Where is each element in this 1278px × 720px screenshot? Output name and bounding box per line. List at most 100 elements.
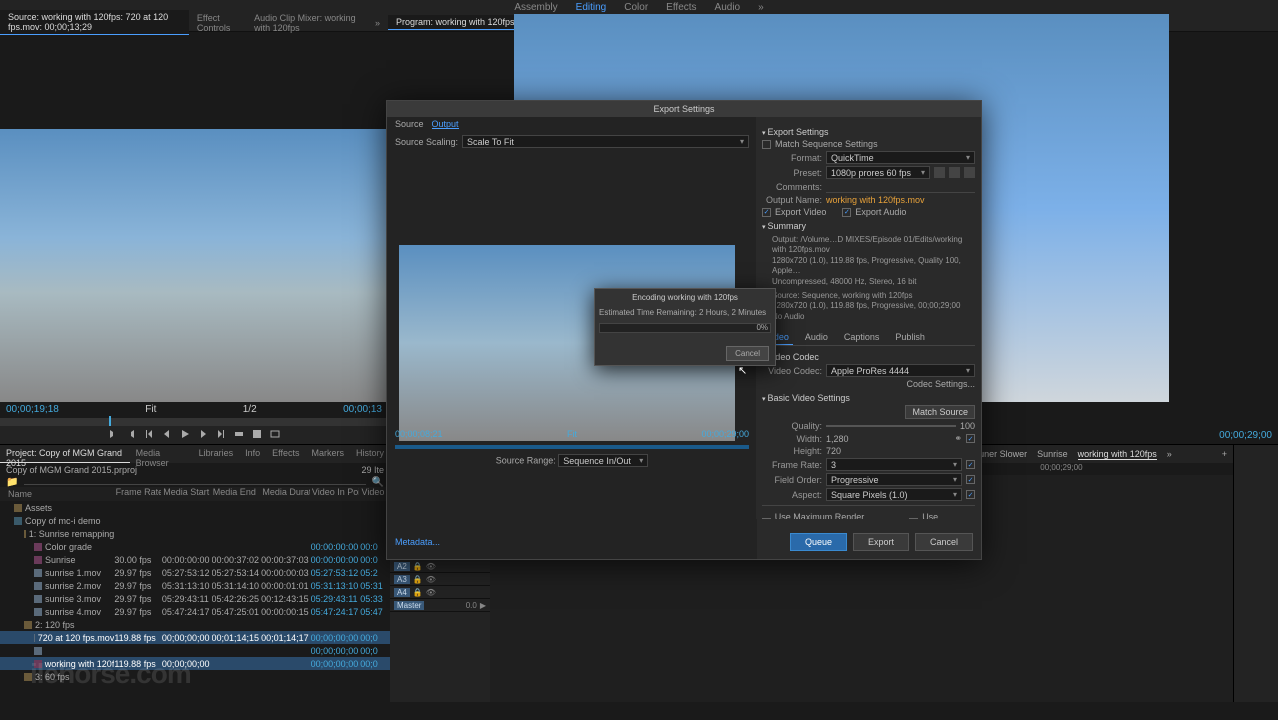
export-settings-header[interactable]: Export Settings xyxy=(762,127,975,137)
export-video-checkbox[interactable] xyxy=(762,208,771,217)
etab-captions[interactable]: Captions xyxy=(840,330,884,345)
basic-video-header[interactable]: Basic Video Settings xyxy=(762,393,975,403)
metadata-button[interactable]: Metadata... xyxy=(395,537,440,547)
filter-bin-icon[interactable]: 📁 xyxy=(6,477,18,485)
col-videoin[interactable]: Video In Point xyxy=(312,487,360,501)
aspect-select[interactable]: Square Pixels (1.0) xyxy=(826,488,962,501)
fieldorder-select[interactable]: Progressive xyxy=(826,473,962,486)
framerate-select[interactable]: 3 xyxy=(826,458,962,471)
tab-markers[interactable]: Markers xyxy=(305,445,350,463)
step-fwd-icon[interactable] xyxy=(198,429,208,442)
project-row[interactable]: sunrise 4.mov29.97 fps05:47:24:1705:47:2… xyxy=(0,605,390,618)
col-mediaduration[interactable]: Media Duration xyxy=(262,487,310,501)
tab-libraries[interactable]: Libraries xyxy=(193,445,240,463)
delete-preset-icon[interactable] xyxy=(964,167,975,178)
tab-more-icon[interactable]: » xyxy=(367,16,388,30)
tl-more-icon[interactable]: » xyxy=(1167,449,1172,459)
col-name[interactable]: Name xyxy=(4,487,114,501)
tl-tab-1[interactable]: Sunrise xyxy=(1037,449,1068,459)
encoding-cancel-button[interactable]: Cancel xyxy=(726,346,769,361)
tl-tab-2[interactable]: working with 120fps xyxy=(1078,449,1157,460)
track-header-a3[interactable]: A3🔒👁 xyxy=(390,573,490,586)
project-row[interactable]: 2: 120 fps xyxy=(0,618,390,631)
ws-audio[interactable]: Audio xyxy=(715,2,741,13)
insert-icon[interactable] xyxy=(234,429,244,442)
fieldorder-lock[interactable] xyxy=(966,475,975,484)
project-search[interactable] xyxy=(24,477,365,485)
project-row[interactable]: 720 at 120 fps.mov119.88 fps00;00;00;000… xyxy=(0,631,390,644)
project-row[interactable]: Color grade00:00:00:0000:0 xyxy=(0,540,390,553)
link-icon[interactable]: ⚭ xyxy=(954,433,962,444)
play-icon[interactable] xyxy=(180,429,190,442)
export-tc-in[interactable]: 00;00;08;21 xyxy=(395,429,443,439)
tab-project[interactable]: Project: Copy of MGM Grand 2015 xyxy=(0,445,130,463)
project-row[interactable]: Copy of mc-i demo xyxy=(0,514,390,527)
project-row[interactable]: sunrise 3.mov29.97 fps05:29:43:1105:42:2… xyxy=(0,592,390,605)
mark-in-icon[interactable] xyxy=(108,429,118,442)
col-framerate[interactable]: Frame Rate xyxy=(116,487,162,501)
ws-assembly[interactable]: Assembly xyxy=(514,2,557,13)
export-button[interactable]: Export xyxy=(853,533,909,551)
import-preset-icon[interactable] xyxy=(949,167,960,178)
tab-effects[interactable]: Effects xyxy=(266,445,305,463)
video-codec-select[interactable]: Apple ProRes 4444 xyxy=(826,364,975,377)
export-range-bar[interactable] xyxy=(395,445,749,449)
comments-input[interactable] xyxy=(826,181,975,193)
format-select[interactable]: QuickTime xyxy=(826,151,975,164)
etab-publish[interactable]: Publish xyxy=(891,330,929,345)
aspect-lock[interactable] xyxy=(966,490,975,499)
output-name-link[interactable]: working with 120fps.mov xyxy=(826,195,925,205)
overwrite-icon[interactable] xyxy=(252,429,262,442)
project-row[interactable]: 00;00;00;0000;0 xyxy=(0,644,390,657)
tab-info[interactable]: Info xyxy=(239,445,266,463)
col-mediaend[interactable]: Media End xyxy=(213,487,261,501)
add-marker-icon[interactable]: + xyxy=(1222,449,1227,459)
quality-value[interactable]: 100 xyxy=(960,421,975,431)
track-header-a2[interactable]: A2🔒👁 xyxy=(390,560,490,573)
source-scrub[interactable] xyxy=(0,418,388,426)
filter-icon[interactable]: 🔍 xyxy=(372,477,384,485)
etab-audio[interactable]: Audio xyxy=(801,330,832,345)
col-mediastart[interactable]: Media Start xyxy=(163,487,211,501)
cancel-button[interactable]: Cancel xyxy=(915,533,973,551)
ws-more-icon[interactable]: » xyxy=(758,2,764,13)
quality-slider[interactable] xyxy=(826,425,956,427)
queue-button[interactable]: Queue xyxy=(790,533,847,551)
go-out-icon[interactable] xyxy=(216,429,226,442)
match-source-button[interactable]: Match Source xyxy=(905,405,975,419)
height-input[interactable]: 720 xyxy=(826,446,841,456)
max-render-checkbox[interactable] xyxy=(762,518,771,519)
track-header-a4[interactable]: A4🔒👁 xyxy=(390,586,490,599)
source-zoom[interactable]: Fit xyxy=(145,404,156,415)
tab-program[interactable]: Program: working with 120fps xyxy=(388,15,523,30)
track-header-master[interactable]: Master0.0▶ xyxy=(390,599,490,612)
project-row[interactable]: sunrise 2.mov29.97 fps05:31:13:1005:31:1… xyxy=(0,579,390,592)
tab-media-browser[interactable]: Media Browser xyxy=(130,445,193,463)
project-row[interactable]: 1: Sunrise remapping xyxy=(0,527,390,540)
ws-editing[interactable]: Editing xyxy=(576,2,607,13)
export-frame-icon[interactable] xyxy=(270,429,280,442)
source-scaling-select[interactable]: Scale To Fit xyxy=(462,135,749,148)
framerate-lock[interactable] xyxy=(966,460,975,469)
source-viewer[interactable] xyxy=(0,129,388,402)
source-res[interactable]: 1/2 xyxy=(243,404,257,415)
tab-preview-source[interactable]: Source xyxy=(395,119,424,129)
tab-audio-clip-mixer[interactable]: Audio Clip Mixer: working with 120fps xyxy=(246,11,367,35)
export-fit[interactable]: Fit xyxy=(567,429,577,439)
tab-effect-controls[interactable]: Effect Controls xyxy=(189,11,246,35)
tab-history[interactable]: History xyxy=(350,445,390,463)
export-audio-checkbox[interactable] xyxy=(842,208,851,217)
ws-color[interactable]: Color xyxy=(624,2,648,13)
codec-settings-button[interactable]: Codec Settings... xyxy=(906,379,975,389)
preset-select[interactable]: 1080p prores 60 fps xyxy=(826,166,930,179)
source-tc-in[interactable]: 00;00;19;18 xyxy=(6,404,59,415)
summary-header[interactable]: Summary xyxy=(762,221,975,231)
source-range-select[interactable]: Sequence In/Out xyxy=(558,454,648,467)
tab-preview-output[interactable]: Output xyxy=(432,119,459,129)
tab-source[interactable]: Source: working with 120fps: 720 at 120 … xyxy=(0,10,189,35)
ws-effects[interactable]: Effects xyxy=(666,2,696,13)
width-input[interactable]: 1,280 xyxy=(826,434,849,444)
video-codec-header[interactable]: Video Codec xyxy=(762,352,975,362)
width-lock[interactable] xyxy=(966,434,975,443)
step-back-icon[interactable] xyxy=(162,429,172,442)
